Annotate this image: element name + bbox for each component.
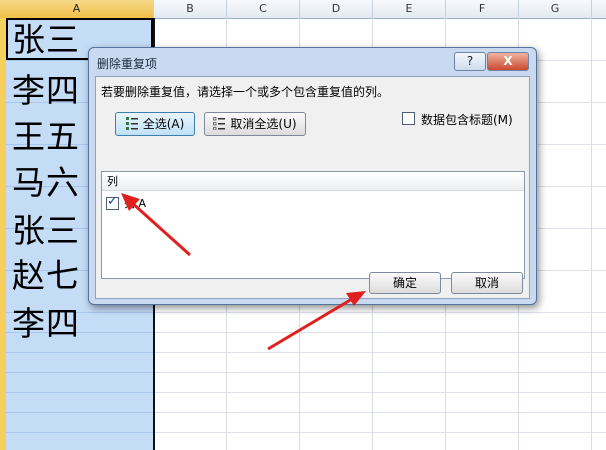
arrow-to-column-checkbox — [121, 193, 192, 257]
arrow-to-ok-button — [267, 291, 366, 351]
annotation-arrows — [121, 193, 366, 351]
